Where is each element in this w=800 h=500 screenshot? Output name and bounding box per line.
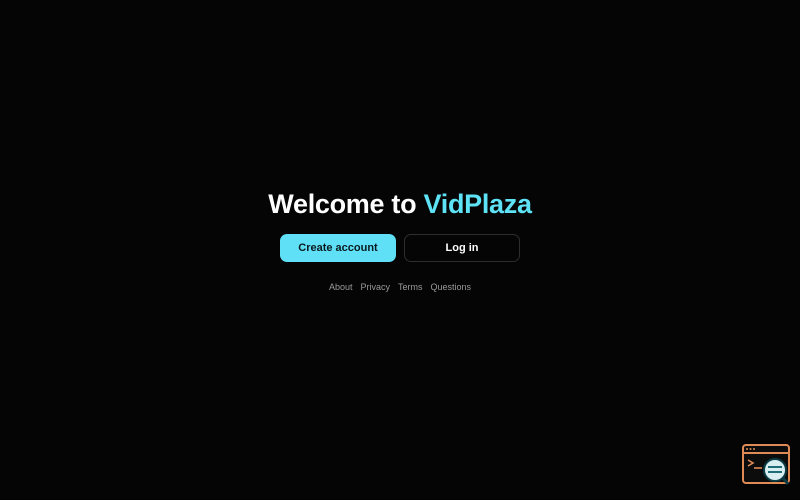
create-account-label: Create account <box>298 242 378 254</box>
page-title: Welcome to VidPlaza <box>0 186 800 222</box>
footer-link-questions[interactable]: Questions <box>431 282 472 292</box>
devtools-inspector-icon-graphic <box>742 444 790 485</box>
devtools-inspector-icon[interactable] <box>742 444 790 486</box>
title-prefix: Welcome to <box>268 189 417 219</box>
footer-link-terms[interactable]: Terms <box>398 282 423 292</box>
create-account-button[interactable]: Create account <box>280 234 396 262</box>
login-button[interactable]: Log in <box>404 234 520 262</box>
footer-link-about[interactable]: About <box>329 282 353 292</box>
brand-name: VidPlaza <box>423 189 532 219</box>
login-label: Log in <box>445 242 479 254</box>
footer-links: About Privacy Terms Questions <box>0 282 800 292</box>
footer-link-privacy[interactable]: Privacy <box>360 282 390 292</box>
welcome-screen: Welcome to VidPlaza Create account Log i… <box>0 0 800 500</box>
